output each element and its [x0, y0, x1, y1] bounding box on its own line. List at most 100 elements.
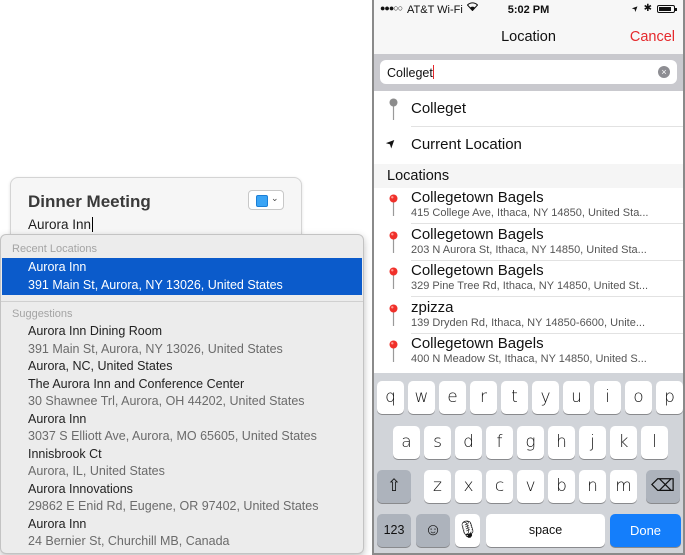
locations-header-label: Locations	[387, 168, 450, 184]
search-bar: Colleget ×	[374, 54, 683, 91]
key-c[interactable]: c	[486, 470, 513, 503]
key-g[interactable]: g	[517, 426, 544, 459]
location-name: Aurora Inn	[28, 516, 87, 531]
shift-key[interactable]: ⇧	[377, 470, 411, 503]
key-p[interactable]: p	[656, 381, 683, 414]
location-name: Collegetown Bagels	[411, 225, 544, 243]
location-address: 29862 E Enid Rd, Eugene, OR 97402, Unite…	[28, 499, 319, 513]
cancel-button[interactable]: Cancel	[630, 29, 675, 45]
location-result-item[interactable]: Collegetown Bagels 400 N Meadow St, Ithac…	[374, 334, 683, 370]
location-address: 329 Pine Tree Rd, Ithaca, NY 14850, Unit…	[411, 280, 649, 292]
search-input-value: Colleget	[387, 66, 433, 80]
key-r[interactable]: r	[470, 381, 497, 414]
suggestion-item[interactable]: Aurora Inn Dining Room 391 Main St, Auror…	[1, 323, 363, 358]
location-name: Aurora, NC, United States	[28, 359, 173, 373]
key-h[interactable]: h	[548, 426, 575, 459]
location-search-input[interactable]: Colleget ×	[380, 60, 677, 84]
key-q[interactable]: q	[377, 381, 404, 414]
navigation-bar: Location Cancel	[374, 20, 683, 54]
keyboard: q w e r t y u i o p a s d f g h j k l ⇧ z x c v b n m ⌫ 123 ☺ 🎙 space Do…	[374, 373, 683, 553]
text-caret	[92, 217, 94, 232]
location-name: zpizza	[411, 298, 454, 316]
location-address: Aurora, IL, United States	[28, 464, 165, 478]
key-k[interactable]: k	[610, 426, 637, 459]
location-address: 203 N Aurora St, Ithaca, NY 14850, Unite…	[411, 243, 647, 256]
location-result-item[interactable]: zpizza 139 Dryden Rd, Ithaca, NY 14850-66…	[374, 297, 683, 334]
location-address: 400 N Meadow St, Ithaca, NY 14850, Unite…	[411, 353, 647, 365]
key-f[interactable]: f	[486, 426, 513, 459]
red-pin-icon	[389, 340, 398, 362]
delete-key[interactable]: ⌫	[646, 470, 680, 503]
bluetooth-icon: ✱	[643, 3, 652, 14]
location-name: Collegetown Bagels	[411, 262, 544, 279]
key-b[interactable]: b	[548, 470, 575, 503]
suggestion-item[interactable]: The Aurora Inn and Conference Center 30 S…	[1, 376, 363, 411]
key-x[interactable]: x	[455, 470, 482, 503]
battery-icon	[657, 4, 677, 13]
emoji-key[interactable]: ☺	[416, 514, 450, 547]
suggestion-item[interactable]: Aurora Inn 24 Bernier St, Churchill MB, C…	[1, 516, 363, 551]
location-name: Collegetown Bagels	[411, 335, 544, 352]
current-location-label: Current Location	[411, 136, 522, 153]
clear-search-icon[interactable]: ×	[658, 66, 670, 78]
status-bar: ●●●○○ AT&T Wi-Fi 5:02 PM ➤ ✱	[374, 0, 683, 20]
location-input-value: Aurora Inn	[28, 217, 92, 232]
numbers-key[interactable]: 123	[377, 514, 411, 547]
key-a[interactable]: a	[393, 426, 420, 459]
microphone-key[interactable]: 🎙	[455, 514, 480, 547]
location-input[interactable]: Aurora Inn	[28, 217, 94, 232]
red-pin-icon	[389, 194, 398, 216]
location-address: 3037 S Elliott Ave, Aurora, MO 65605, Un…	[28, 429, 317, 443]
location-address: 391 Main St, Aurora, NY 13026, United St…	[28, 277, 283, 292]
key-u[interactable]: u	[563, 381, 590, 414]
typed-location-row[interactable]: Colleget	[374, 91, 683, 127]
key-n[interactable]: n	[579, 470, 606, 503]
key-m[interactable]: m	[610, 470, 637, 503]
suggestions-header: Suggestions	[12, 308, 73, 320]
suggestion-item[interactable]: Aurora, NC, United States	[1, 358, 363, 376]
key-t[interactable]: t	[501, 381, 528, 414]
suggestion-item[interactable]: Aurora Innovations 29862 E Enid Rd, Eugen…	[1, 481, 363, 516]
key-z[interactable]: z	[424, 470, 451, 503]
location-address: 139 Dryden Rd, Ithaca, NY 14850-6600, Un…	[411, 316, 645, 329]
location-name: Innisbrook Ct	[28, 446, 102, 461]
typed-location-label: Colleget	[411, 100, 467, 117]
key-v[interactable]: v	[517, 470, 544, 503]
location-result-item[interactable]: Collegetown Bagels 329 Pine Tree Rd, Itha…	[374, 261, 683, 297]
location-result-item[interactable]: Collegetown Bagels 203 N Aurora St, Ithac…	[374, 224, 683, 261]
key-e[interactable]: e	[439, 381, 466, 414]
key-l[interactable]: l	[641, 426, 668, 459]
key-i[interactable]: i	[594, 381, 621, 414]
text-caret	[432, 65, 435, 79]
event-title[interactable]: Dinner Meeting	[28, 192, 151, 212]
key-y[interactable]: y	[532, 381, 559, 414]
location-address: 30 Shawnee Trl, Aurora, OH 44202, United…	[28, 394, 305, 408]
location-name: Aurora Inn Dining Room	[28, 324, 163, 338]
done-key[interactable]: Done	[610, 514, 681, 547]
recent-location-item[interactable]: Aurora Inn 391 Main St, Aurora, NY 13026,…	[2, 258, 362, 295]
key-o[interactable]: o	[625, 381, 652, 414]
space-key[interactable]: space	[486, 514, 605, 547]
location-name: Aurora Inn	[28, 260, 87, 274]
divider	[1, 301, 363, 302]
key-j[interactable]: j	[579, 426, 606, 459]
location-address: 415 College Ave, Ithaca, NY 14850, Unite…	[411, 207, 649, 219]
ios-location-screen: ●●●○○ AT&T Wi-Fi 5:02 PM ➤ ✱ Location Ca…	[372, 0, 685, 555]
key-s[interactable]: s	[424, 426, 451, 459]
suggestion-item[interactable]: Innisbrook Ct Aurora, IL, United States	[1, 446, 363, 481]
key-w[interactable]: w	[408, 381, 435, 414]
gray-pin-icon	[389, 98, 398, 120]
recent-locations-header: Recent Locations	[12, 243, 97, 255]
current-location-row[interactable]: ➤ Current Location	[374, 127, 683, 164]
chevron-down-icon: ⌄	[271, 193, 279, 203]
location-address: 391 Main St, Aurora, NY 13026, United St…	[28, 341, 283, 356]
location-services-icon: ➤	[629, 2, 641, 15]
location-result-item[interactable]: Collegetown Bagels 415 College Ave, Ithac…	[374, 188, 683, 224]
key-d[interactable]: d	[455, 426, 482, 459]
red-pin-icon	[389, 304, 398, 326]
suggestion-item[interactable]: Aurora Inn 3037 S Elliott Ave, Aurora, MO…	[1, 411, 363, 446]
location-name: Collegetown Bagels	[411, 189, 544, 206]
location-name: Aurora Innovations	[28, 481, 133, 496]
calendar-color-picker[interactable]: ⌄	[248, 190, 284, 210]
calendar-color-swatch	[256, 195, 268, 207]
